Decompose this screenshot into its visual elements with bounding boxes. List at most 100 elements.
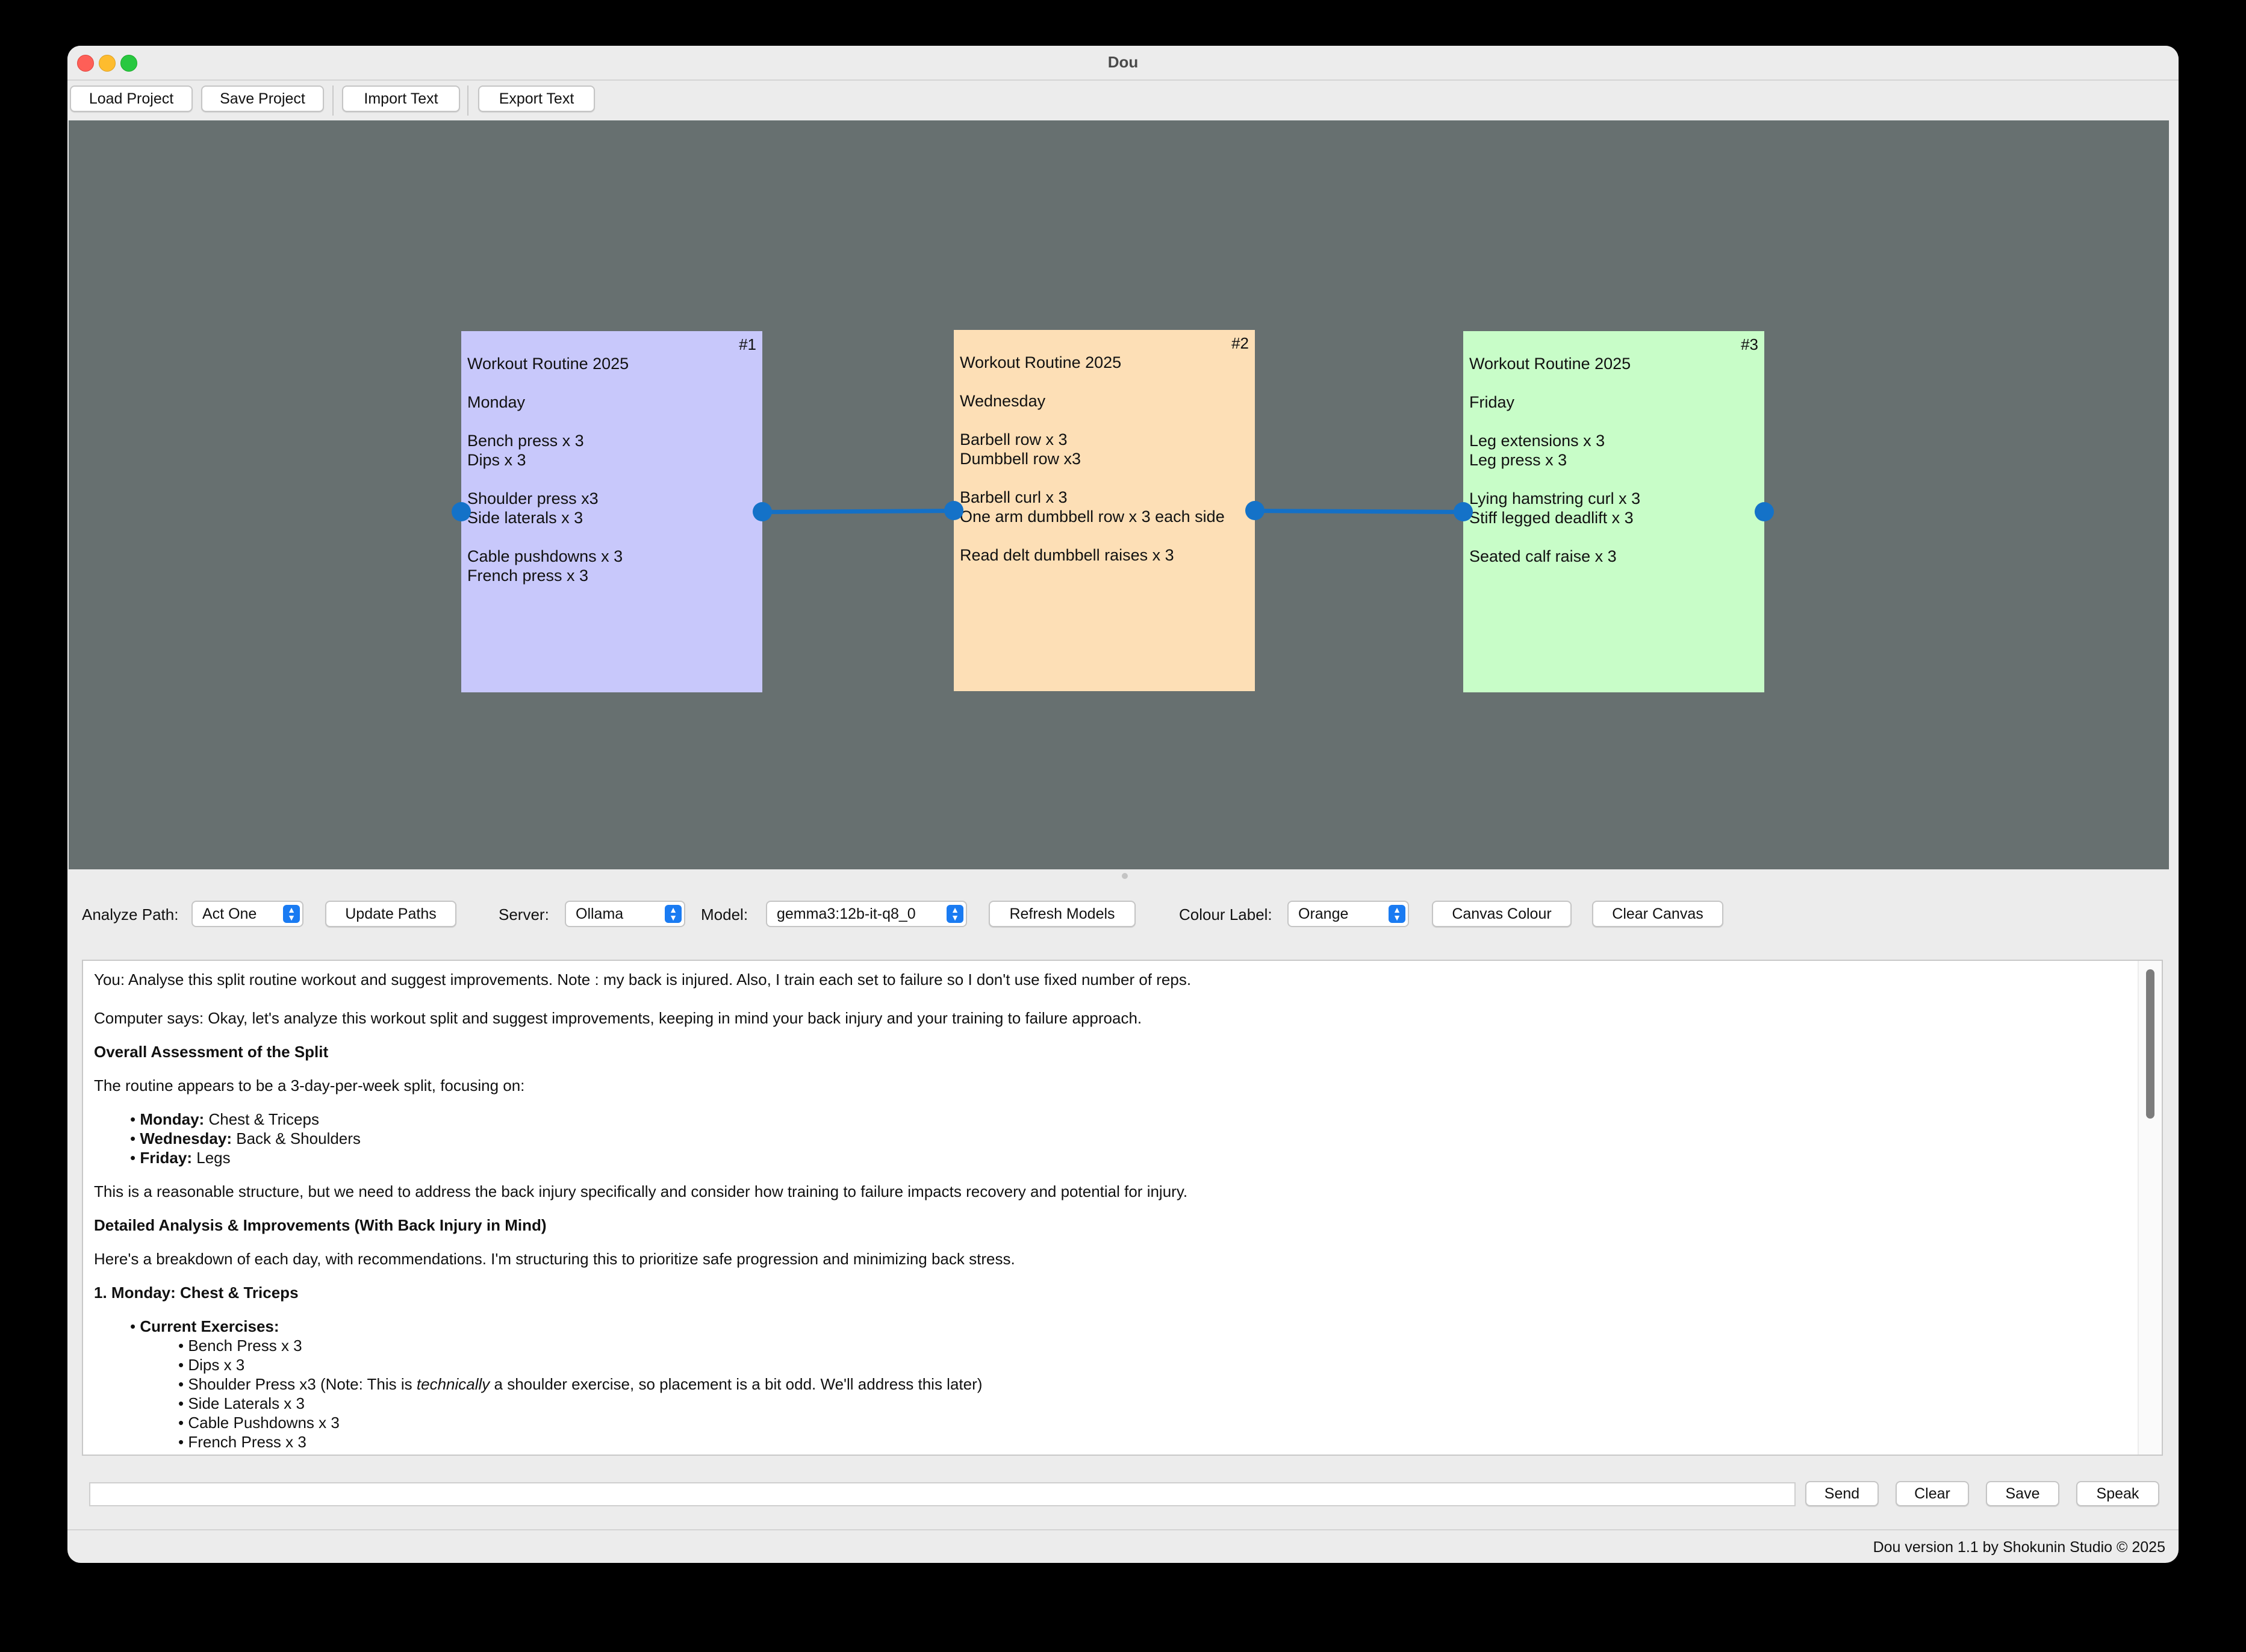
analyze-path-label: Analyze Path: — [82, 905, 179, 924]
sticky-note[interactable]: #1 Workout Routine 2025 Monday Bench press … — [461, 331, 762, 692]
connector-line[interactable] — [762, 509, 954, 514]
list-item-day: Monday: — [140, 1110, 205, 1128]
output-port-dot[interactable] — [753, 502, 772, 521]
input-port-dot[interactable] — [1454, 502, 1473, 521]
chevron-updown-icon: ▲ ▼ — [665, 905, 682, 923]
sticky-note[interactable]: #3 Workout Routine 2025 Friday Leg extensio… — [1463, 331, 1764, 692]
window-title: Dou — [1107, 53, 1139, 71]
send-button[interactable]: Send — [1805, 1481, 1879, 1506]
note-line: Barbell curl x 3 — [960, 488, 1068, 506]
exercise-text: Bench Press x 3 — [188, 1337, 302, 1355]
colour-label-value: Orange — [1298, 905, 1349, 922]
prompt-input[interactable] — [89, 1482, 1796, 1506]
toolbar-separator — [467, 85, 468, 116]
input-port-dot[interactable] — [944, 501, 963, 520]
note-line: One arm dumbbell row x 3 each side — [960, 508, 1225, 526]
heading-overall: Overall Assessment of the Split — [94, 1043, 329, 1061]
list-item-focus: Legs — [196, 1149, 231, 1167]
output-port-dot[interactable] — [1755, 502, 1774, 521]
note-line: Barbell row x 3 — [960, 430, 1068, 449]
refresh-models-button[interactable]: Refresh Models — [989, 901, 1136, 927]
server-select[interactable]: Ollama ▲ ▼ — [565, 901, 685, 927]
speak-button[interactable]: Speak — [2076, 1481, 2159, 1506]
chat-output[interactable]: You: Analyse this split routine workout … — [82, 960, 2163, 1456]
export-text-button[interactable]: Export Text — [478, 85, 595, 112]
chevron-updown-icon: ▲ ▼ — [1389, 905, 1405, 923]
note-line: Stiff legged deadlift x 3 — [1469, 509, 1634, 527]
note-line — [960, 468, 1255, 488]
note-line: Cable pushdowns x 3 — [467, 547, 623, 565]
exercise-text: Side Laterals x 3 — [188, 1394, 305, 1412]
note-line: Dumbbell row x3 — [960, 450, 1081, 468]
connector-line[interactable] — [1254, 509, 1464, 514]
import-text-button[interactable]: Import Text — [342, 85, 460, 112]
save-button[interactable]: Save — [1986, 1481, 2059, 1506]
model-value: gemma3:12b-it-q8_0 — [777, 905, 916, 922]
reasonable-paragraph: This is a reasonable structure, but we n… — [94, 1182, 1188, 1200]
output-scrollbar-track[interactable] — [2138, 961, 2162, 1455]
note-line — [467, 412, 762, 431]
load-project-button[interactable]: Load Project — [70, 85, 193, 112]
note-line: Dips x 3 — [467, 451, 526, 469]
sticky-note[interactable]: #2 Workout Routine 2025 Wednesday Barbell r… — [954, 330, 1255, 691]
exercise-text: Cable Pushdowns x 3 — [188, 1414, 340, 1432]
note-line: Leg press x 3 — [1469, 451, 1567, 469]
chevron-updown-icon: ▲ ▼ — [283, 905, 300, 923]
note-line: Lying hamstring curl x 3 — [1469, 489, 1641, 508]
note-line: Bench press x 3 — [467, 432, 584, 450]
server-label: Server: — [499, 905, 549, 924]
routine-paragraph: The routine appears to be a 3-day-per-we… — [94, 1076, 525, 1095]
note-line: French press x 3 — [467, 567, 589, 585]
list-item: • Monday: Chest & Triceps — [130, 1110, 319, 1128]
note-line: Seated calf raise x 3 — [1469, 547, 1617, 565]
reply-intro: Computer says: Okay, let's analyze this … — [94, 1009, 1142, 1027]
user-message: You: Analyse this split routine workout … — [94, 970, 1192, 989]
breakdown-paragraph: Here's a breakdown of each day, with rec… — [94, 1250, 1015, 1268]
chevron-updown-icon: ▲ ▼ — [947, 905, 963, 923]
exercise-text: Shoulder Press x3 (Note: This is — [188, 1375, 417, 1393]
model-select[interactable]: gemma3:12b-it-q8_0 ▲ ▼ — [766, 901, 967, 927]
note-line: Side laterals x 3 — [467, 509, 583, 527]
clear-canvas-button[interactable]: Clear Canvas — [1592, 901, 1723, 927]
list-item-focus: Chest & Triceps — [208, 1110, 319, 1128]
clear-button[interactable]: Clear — [1896, 1481, 1969, 1506]
colour-label-select[interactable]: Orange ▲ ▼ — [1287, 901, 1409, 927]
update-paths-button[interactable]: Update Paths — [325, 901, 456, 927]
list-item: • Dips x 3 — [178, 1356, 245, 1374]
list-item-day: Wednesday: — [140, 1129, 232, 1147]
list-item: • Friday: Legs — [130, 1149, 231, 1167]
heading-monday: 1. Monday: Chest & Triceps — [94, 1284, 299, 1302]
note-number: #2 — [1231, 334, 1249, 352]
save-project-button[interactable]: Save Project — [201, 85, 324, 112]
list-item: • Cable Pushdowns x 3 — [178, 1414, 340, 1432]
list-item: • French Press x 3 — [178, 1433, 306, 1451]
model-label: Model: — [701, 905, 748, 924]
list-item-focus: Back & Shoulders — [236, 1129, 361, 1147]
version-text: Dou version 1.1 by Shokunin Studio © 202… — [1873, 1539, 2165, 1556]
exercise-text: Dips x 3 — [188, 1356, 245, 1374]
list-item: • Wednesday: Back & Shoulders — [130, 1129, 361, 1147]
node-canvas[interactable]: #1 Workout Routine 2025 Monday Bench press … — [69, 120, 2169, 869]
note-line: Monday — [467, 393, 526, 411]
note-line: Friday — [1469, 393, 1515, 411]
note-line: Workout Routine 2025 — [467, 355, 629, 373]
note-line — [960, 526, 1255, 545]
output-port-dot[interactable] — [1245, 501, 1265, 520]
server-value: Ollama — [576, 905, 624, 922]
canvas-colour-button[interactable]: Canvas Colour — [1432, 901, 1572, 927]
colour-label-label: Colour Label: — [1179, 905, 1272, 924]
list-item: • Shoulder Press x3 (Note: This is techn… — [178, 1375, 983, 1393]
note-line: Shoulder press x3 — [467, 489, 599, 508]
analyze-path-value: Act One — [202, 905, 257, 922]
input-port-dot[interactable] — [452, 502, 471, 521]
note-line — [1469, 527, 1764, 547]
list-item-day: Friday: — [140, 1149, 193, 1167]
analyze-path-select[interactable]: Act One ▲ ▼ — [191, 901, 303, 927]
note-line — [960, 372, 1255, 391]
title-bar: Dou — [67, 46, 2179, 81]
note-line — [1469, 470, 1764, 489]
output-scrollbar-thumb[interactable] — [2146, 969, 2154, 1119]
heading-detailed: Detailed Analysis & Improvements (With B… — [94, 1216, 547, 1234]
splitter-handle[interactable] — [1122, 873, 1128, 879]
canvas-edge — [2170, 120, 2179, 869]
